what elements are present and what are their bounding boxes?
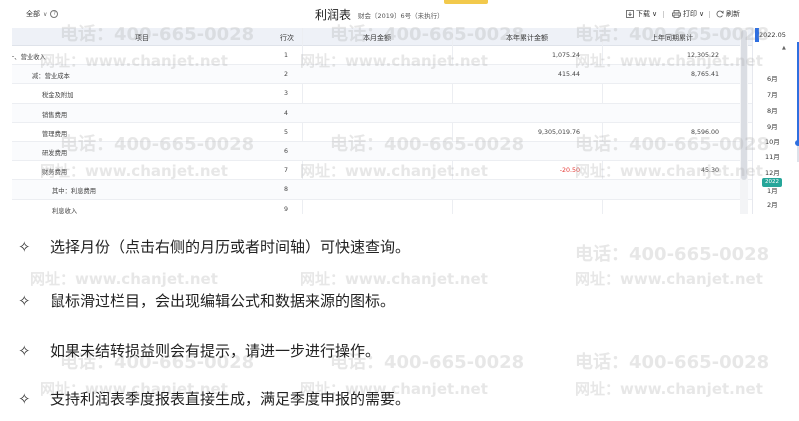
col-header-month: 本月金额 — [363, 34, 391, 42]
cell-ytd[interactable]: 415.44 — [452, 71, 580, 78]
print-label: 打印 — [683, 10, 697, 18]
cell-ytd[interactable]: 1,075.24 — [452, 52, 580, 59]
table-row[interactable]: 财务费用 7 -20.50 45.30 — [12, 161, 752, 181]
cell-line: 2 — [284, 71, 289, 79]
cell-ytd[interactable]: -20.50 — [452, 167, 580, 174]
report-toolbar: 全部 ∨ ? 利润表 财会〔2019〕6号（未执行） 下载 ∨ 打印 ∨ 刷新 — [12, 0, 799, 28]
help-icon[interactable]: ? — [50, 10, 59, 18]
cell-line: 6 — [284, 147, 289, 155]
table-row[interactable]: 其中：利息费用 8 — [12, 180, 752, 200]
scope-dropdown[interactable]: 全部 ∨ ? — [26, 9, 59, 19]
cell-ytd[interactable]: 9,305,019.76 — [452, 129, 580, 136]
scope-label: 全部 — [26, 10, 40, 18]
table-row[interactable]: 管理费用 5 9,305,019.76 8,596.00 — [12, 123, 752, 142]
watermark-url: 网址：www.chanjet.net — [30, 270, 218, 288]
cell-line: 5 — [284, 128, 289, 136]
list-item-text: 如果未结转损益则会有提示，请进一步进行操作。 — [50, 342, 381, 360]
table-row[interactable]: 一、营业收入 1 1,075.24 12,305.22 — [12, 46, 752, 66]
timeline-handle[interactable] — [795, 140, 799, 146]
timeline-year-label[interactable]: 2022.05 — [759, 31, 786, 39]
sparkle-bullet-icon: ✧ — [18, 291, 31, 310]
cell-prev[interactable]: 12,305.22 — [602, 52, 719, 59]
col-header-prev: 上年同期累计 — [651, 34, 693, 42]
chevron-down-icon: ∨ — [43, 10, 48, 18]
download-icon — [626, 10, 634, 18]
divider — [663, 11, 664, 18]
table-body: 一、营业收入 1 1,075.24 12,305.22 减：营业成本 2 415… — [12, 46, 752, 214]
cell-line: 1 — [284, 52, 289, 59]
cell-item: 研发费用 — [42, 149, 68, 157]
timeline-month[interactable]: 11月 — [765, 151, 780, 161]
cell-prev[interactable]: 8,765.41 — [602, 71, 719, 78]
timeline-month[interactable]: 8月 — [767, 105, 778, 115]
cell-item: 一、营业收入 — [12, 54, 46, 61]
download-button[interactable]: 下载 ∨ — [626, 9, 657, 19]
cell-line: 8 — [284, 186, 289, 194]
table-header: 项目 行次 本月金额 本年累计金额 上年同期累计 — [12, 28, 752, 46]
timeline-month[interactable]: 6月 — [767, 73, 778, 83]
list-item: ✧ 选择月份（点击右侧的月历或者时间轴）可快速查询。 — [18, 236, 410, 257]
list-item-text: 鼠标滑过栏目，会出现编辑公式和数据来源的图标。 — [50, 292, 396, 310]
cell-prev[interactable]: 8,596.00 — [602, 129, 719, 136]
list-item-text: 选择月份（点击右侧的月历或者时间轴）可快速查询。 — [50, 238, 411, 256]
list-item: ✧ 鼠标滑过栏目，会出现编辑公式和数据来源的图标。 — [18, 290, 395, 311]
page-title: 利润表 — [315, 8, 352, 22]
sparkle-bullet-icon: ✧ — [18, 341, 31, 360]
cell-item: 财务费用 — [42, 169, 68, 177]
watermark-phone: 电话：400-665-0028 — [575, 244, 770, 265]
timeline-month[interactable]: 10月 — [765, 136, 780, 146]
month-timeline: 2022.05 ▲ 6月 7月 8月 9月 10月 11月 12月 2022 1… — [752, 28, 799, 214]
cell-item: 税金及附加 — [42, 92, 74, 100]
print-button[interactable]: 打印 ∨ — [672, 9, 704, 19]
watermark-url: 网址：www.chanjet.net — [575, 380, 763, 398]
col-header-ytd: 本年累计金额 — [506, 34, 548, 42]
table-row[interactable]: 减：营业成本 2 415.44 8,765.41 — [12, 65, 752, 85]
scrollbar-thumb[interactable] — [741, 30, 747, 180]
col-header-item: 项目 — [135, 34, 149, 42]
refresh-button[interactable]: 刷新 — [716, 9, 740, 19]
list-item-text: 支持利润表季度报表直接生成，满足季度申报的需要。 — [50, 390, 411, 408]
timeline-month[interactable]: 2月 — [767, 199, 778, 209]
divider — [709, 11, 710, 18]
refresh-label: 刷新 — [726, 10, 740, 18]
cell-line: 9 — [284, 205, 289, 213]
timeline-month[interactable]: 12月 — [765, 167, 780, 177]
report-panel: 全部 ∨ ? 利润表 财会〔2019〕6号（未执行） 下载 ∨ 打印 ∨ 刷新 … — [12, 0, 799, 214]
sparkle-bullet-icon: ✧ — [18, 389, 31, 408]
cell-item: 销售费用 — [42, 111, 68, 119]
watermark-url: 网址：www.chanjet.net — [300, 270, 488, 288]
chevron-up-icon[interactable]: ▲ — [782, 45, 786, 51]
timeline-month[interactable]: 9月 — [767, 121, 778, 131]
table-row[interactable]: 利息收入 9 — [12, 200, 752, 215]
download-label: 下载 — [636, 10, 650, 18]
cell-line: 3 — [284, 90, 289, 98]
sparkle-bullet-icon: ✧ — [18, 237, 31, 256]
cell-item: 管理费用 — [42, 130, 68, 138]
timeline-month[interactable]: 7月 — [767, 89, 778, 99]
list-item: ✧ 支持利润表季度报表直接生成，满足季度申报的需要。 — [18, 388, 410, 409]
table-row[interactable]: 销售费用 4 — [12, 103, 752, 123]
col-header-line: 行次 — [280, 34, 294, 42]
status-tag — [444, 0, 488, 4]
cell-line: 7 — [284, 167, 289, 175]
watermark-url: 网址：www.chanjet.net — [575, 270, 763, 288]
table-row[interactable]: 研发费用 6 — [12, 141, 752, 162]
cell-item: 利息收入 — [52, 207, 78, 215]
cell-item: 其中：利息费用 — [52, 188, 97, 196]
printer-icon — [672, 10, 681, 18]
cell-prev[interactable]: 45.30 — [602, 167, 719, 174]
chevron-down-icon: ∨ — [652, 10, 658, 18]
refresh-icon — [716, 10, 724, 18]
watermark-phone: 电话：400-665-0028 — [575, 352, 770, 373]
timeline-month[interactable]: 1月 — [767, 185, 778, 195]
table-row[interactable]: 税金及附加 3 — [12, 84, 752, 104]
report-standard-label: 财会〔2019〕6号（未执行） — [358, 12, 444, 20]
chevron-down-icon: ∨ — [699, 10, 705, 18]
cell-line: 4 — [284, 109, 289, 117]
list-item: ✧ 如果未结转损益则会有提示，请进一步进行操作。 — [18, 340, 380, 361]
cell-item: 减：营业成本 — [32, 73, 70, 81]
